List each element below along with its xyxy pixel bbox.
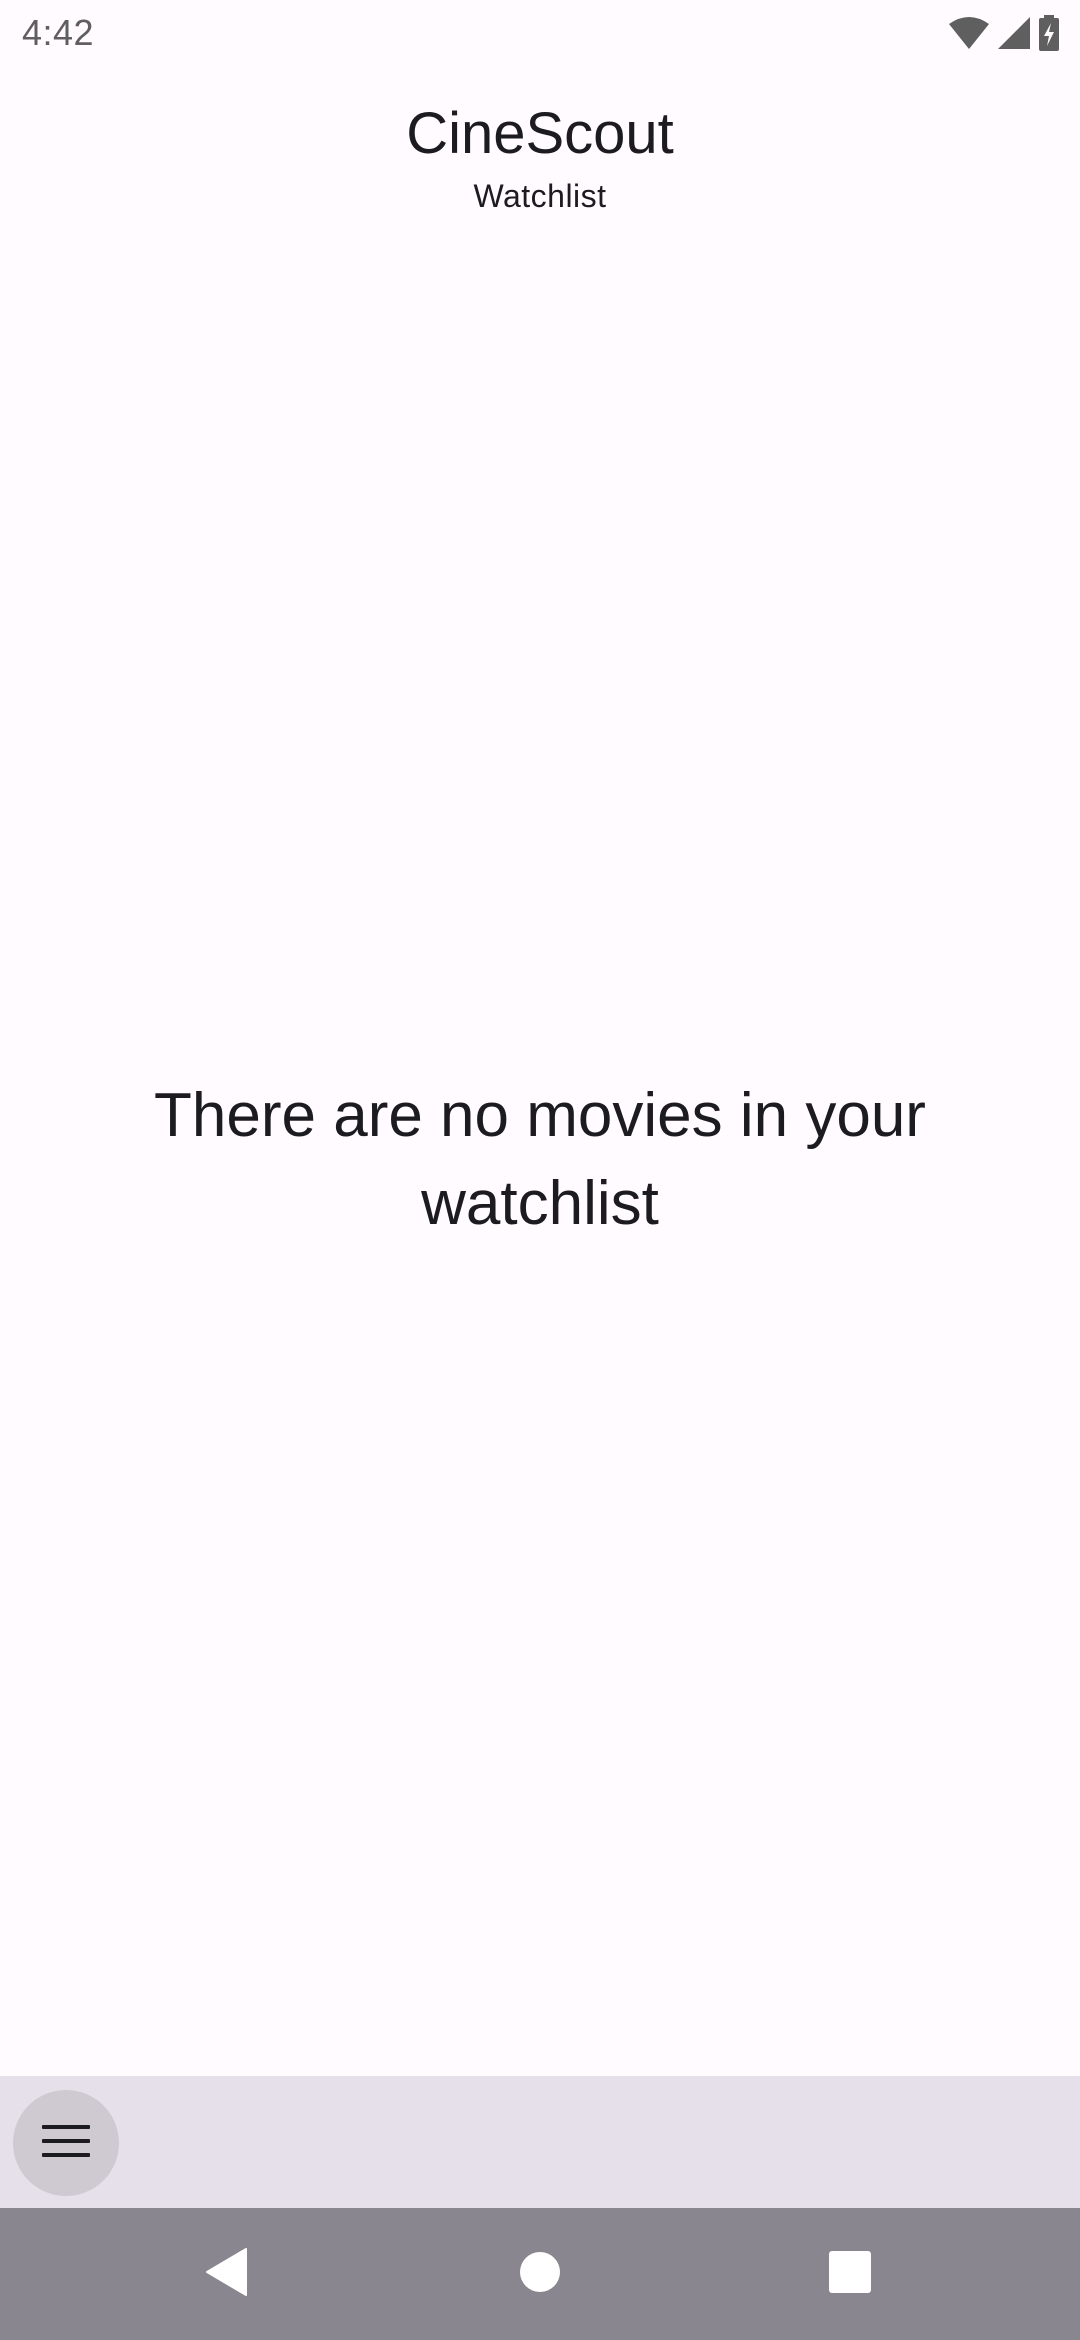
status-icons [948,14,1060,52]
menu-button[interactable] [13,2090,119,2196]
back-button[interactable] [186,2234,266,2314]
status-bar: 4:42 [0,0,1080,66]
recents-button[interactable] [810,2234,890,2314]
home-button[interactable] [500,2234,580,2314]
status-time: 4:42 [22,12,95,53]
home-icon [519,2251,561,2298]
page-subtitle: Watchlist [473,178,607,214]
bottom-app-bar [0,2076,1080,2208]
recents-icon [828,2250,872,2299]
wifi-icon [948,16,990,50]
app-title: CineScout [406,101,674,166]
empty-watchlist-message: There are no movies in your watchlist [154,1081,926,1238]
signal-icon [996,16,1032,50]
system-navigation-bar [0,2208,1080,2340]
menu-icon [41,2123,91,2164]
battery-charging-icon [1038,15,1060,51]
back-icon [204,2247,248,2302]
